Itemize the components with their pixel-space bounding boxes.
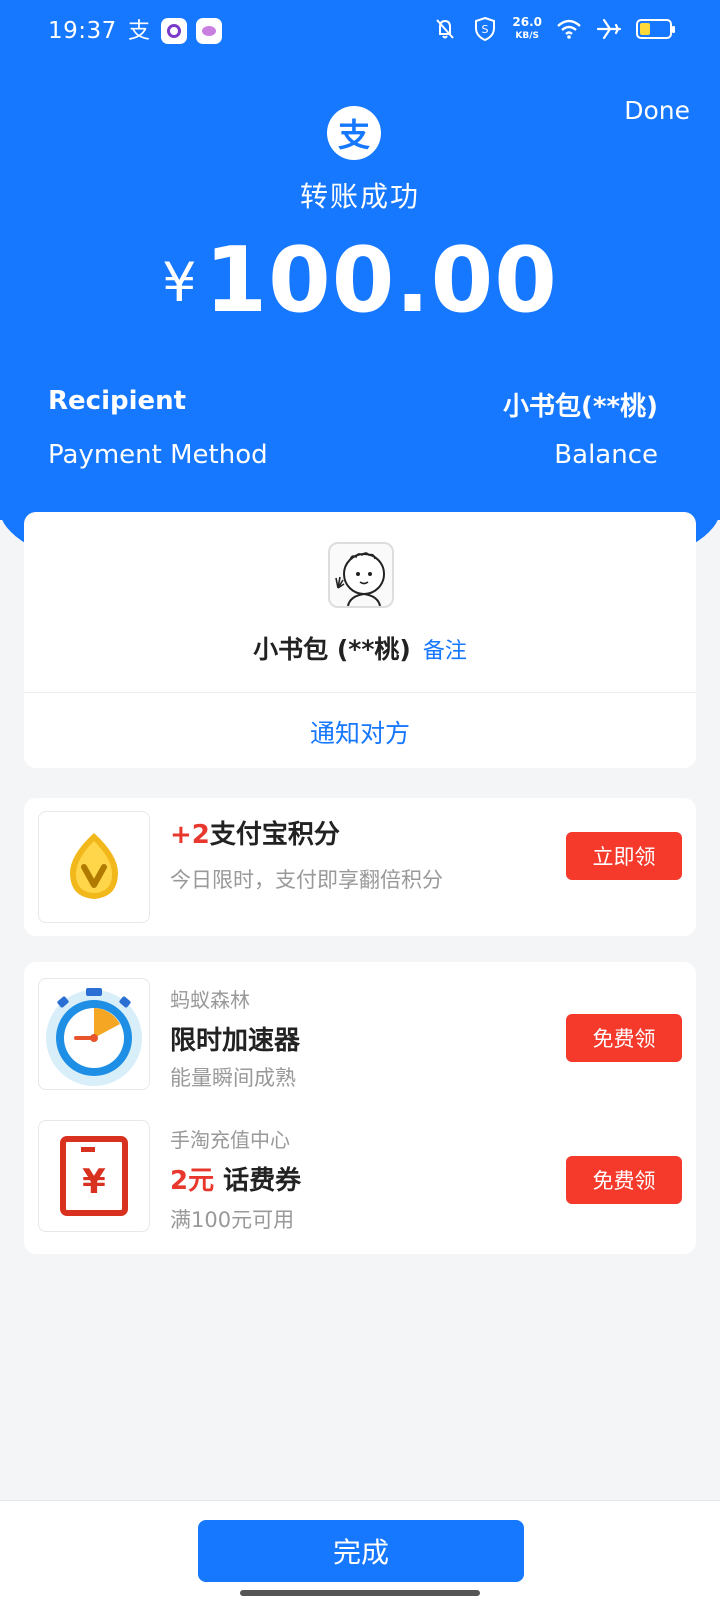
offer-2-subtitle: 满100元可用 <box>170 1208 295 1232</box>
recharge-thumbnail: ¥ <box>38 1120 150 1232</box>
status-bar: 19:37 支 S 26.0 KB/S <box>0 0 720 64</box>
done-button[interactable]: Done <box>624 96 690 125</box>
promo-subtitle: 今日限时，支付即享翻倍积分 <box>170 868 443 892</box>
promo-accent: +2 <box>170 820 210 850</box>
stopwatch-icon <box>46 988 142 1086</box>
offer-2-accent: 2元 <box>170 1166 215 1196</box>
battery-icon <box>636 19 675 39</box>
remark-link[interactable]: 备注 <box>423 639 467 664</box>
forest-thumbnail <box>38 978 150 1090</box>
offer-2-tag: 手淘充值中心 <box>170 1128 290 1152</box>
promo-title-text: 支付宝积分 <box>209 820 340 850</box>
recipient-name: 小书包 (**桃) 备注 <box>24 630 696 666</box>
payment-method-label: Payment Method <box>48 440 268 470</box>
amount-value: 100.00 <box>204 228 558 333</box>
offer-1-tag: 蚂蚁森林 <box>170 988 250 1012</box>
offer-2-title: 2元 话费券 <box>170 1160 301 1197</box>
app-notification-icon-2 <box>196 18 222 44</box>
payment-method-value: Balance <box>554 440 658 470</box>
offer-2-title-text: 话费券 <box>223 1166 302 1196</box>
recipient-name-text: 小书包 (**桃) <box>253 635 411 664</box>
alipay-logo-icon: 支 <box>327 106 381 160</box>
network-speed-unit: KB/S <box>515 31 539 41</box>
yuan-voucher-icon: ¥ <box>60 1136 128 1216</box>
battery-level <box>640 23 650 35</box>
page-title: 转账成功 <box>299 180 420 213</box>
alipay-logo-glyph: 支 <box>337 116 370 154</box>
network-speed: 26.0 KB/S <box>512 16 542 42</box>
offers-card: 蚂蚁森林 限时加速器 能量瞬间成熟 免费领 ¥ 手淘充值中心 2元 话费券 满1… <box>24 962 696 1254</box>
offer-1-title: 限时加速器 <box>170 1026 301 1056</box>
mute-icon <box>432 16 458 42</box>
svg-text:S: S <box>482 23 489 36</box>
alipay-notification-icon: 支 <box>127 19 150 44</box>
recipient-value: 小书包(**桃) <box>503 392 658 422</box>
currency-symbol: ¥ <box>162 251 197 314</box>
complete-button[interactable]: 完成 <box>198 1520 524 1582</box>
offer-1-subtitle: 能量瞬间成熟 <box>170 1066 296 1090</box>
offer-1-claim-button[interactable]: 免费领 <box>566 1014 682 1062</box>
wifi-icon <box>556 16 582 42</box>
notify-recipient-button[interactable]: 通知对方 <box>24 714 696 750</box>
gold-coin-icon <box>70 833 118 899</box>
promo-title: +2支付宝积分 <box>170 814 340 851</box>
offer-2-claim-button[interactable]: 免费领 <box>566 1156 682 1204</box>
recipient-row: Recipient 小书包(**桃) <box>48 386 658 423</box>
status-time: 19:37 <box>48 18 117 44</box>
points-promo-card[interactable]: +2支付宝积分 今日限时，支付即享翻倍积分 立即领 <box>24 798 696 936</box>
recipient-card: 小书包 (**桃) 备注 通知对方 <box>24 512 696 768</box>
avatar[interactable] <box>328 542 394 608</box>
payment-method-row: Payment Method Balance <box>48 440 658 470</box>
status-icons: S 26.0 KB/S <box>432 16 675 42</box>
home-indicator[interactable] <box>240 1590 480 1596</box>
claim-points-button[interactable]: 立即领 <box>566 832 682 880</box>
divider <box>24 692 696 693</box>
svg-text:¥: ¥ <box>82 1162 106 1202</box>
recipient-label: Recipient <box>48 386 187 416</box>
shield-icon: S <box>472 16 498 42</box>
app-notification-icon <box>161 18 187 44</box>
transfer-amount: ¥100.00 <box>0 228 720 333</box>
cartoon-face-icon <box>335 552 385 606</box>
points-thumbnail <box>38 811 150 923</box>
network-speed-value: 26.0 <box>512 15 542 29</box>
airplane-icon <box>596 16 622 42</box>
